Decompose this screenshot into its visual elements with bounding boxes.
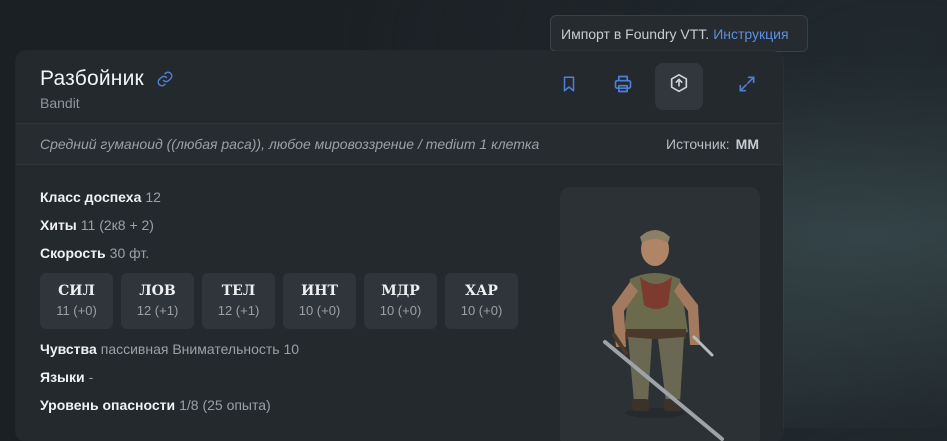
export-tooltip: Импорт в Foundry VTT. Инструкция: [550, 15, 808, 52]
ability-name: ТЕЛ: [221, 283, 256, 299]
hit-points-value: 11 (2к8 + 2): [80, 217, 154, 233]
ability-con: ТЕЛ 12 (+1): [202, 273, 275, 329]
ability-wis: МДР 10 (+0): [364, 273, 437, 329]
ability-name: ИНТ: [301, 283, 338, 299]
ability-scores: СИЛ 11 (+0) ЛОВ 12 (+1) ТЕЛ 12 (+1) ИНТ …: [40, 273, 540, 329]
expand-icon: [737, 74, 757, 99]
speed-value: 30 фт.: [109, 245, 150, 261]
challenge-rating: Уровень опасности 1/8 (25 опыта): [40, 395, 540, 423]
monster-subtitle: Bandit: [40, 95, 80, 111]
senses-value: пассивная Внимательность 10: [100, 341, 300, 357]
print-icon: [612, 74, 634, 99]
print-button[interactable]: [599, 63, 647, 110]
armor-class: Класс доспеха 12: [40, 187, 540, 215]
meta-bar: Средний гуманоид ((любая раса)), любое м…: [16, 123, 783, 165]
speed: Скорость 30 фт.: [40, 243, 540, 271]
ability-dex: ЛОВ 12 (+1): [121, 273, 194, 329]
source-value: MM: [735, 136, 759, 152]
ability-name: СИЛ: [58, 283, 95, 299]
ability-name: ХАР: [465, 283, 498, 299]
monster-card: Разбойник Bandit Средний гуманоид ((люба…: [16, 51, 783, 441]
stat-block: Класс доспеха 12 Хиты 11 (2к8 + 2) Скорост…: [40, 187, 540, 423]
link-icon[interactable]: [156, 70, 174, 88]
languages: Языки -: [40, 367, 540, 395]
source: Источник: MM: [666, 136, 759, 152]
card-header: Разбойник Bandit: [16, 51, 783, 123]
ability-int: ИНТ 10 (+0): [283, 273, 356, 329]
armor-class-value: 12: [145, 189, 161, 205]
ability-str: СИЛ 11 (+0): [40, 273, 113, 329]
ability-value: 10 (+0): [379, 303, 422, 318]
senses-label: Чувства: [40, 341, 97, 357]
challenge-label: Уровень опасности: [40, 397, 176, 413]
speed-label: Скорость: [40, 245, 106, 261]
monster-portrait[interactable]: [560, 187, 760, 441]
ability-name: ЛОВ: [139, 283, 176, 299]
ability-cha: ХАР 10 (+0): [445, 273, 518, 329]
ability-value: 12 (+1): [217, 303, 260, 318]
expand-button[interactable]: [723, 63, 771, 110]
challenge-value: 1/8 (25 опыта): [179, 397, 271, 413]
languages-label: Языки: [40, 369, 85, 385]
instruction-link[interactable]: Инструкция: [713, 26, 788, 42]
senses: Чувства пассивная Внимательность 10: [40, 339, 540, 367]
hit-points: Хиты 11 (2к8 + 2): [40, 215, 540, 243]
monster-title: Разбойник: [40, 67, 144, 90]
bookmark-icon: [560, 74, 578, 99]
bookmark-button[interactable]: [545, 63, 593, 110]
armor-class-label: Класс доспеха: [40, 189, 142, 205]
ability-value: 10 (+0): [298, 303, 341, 318]
creature-type: Средний гуманоид ((любая раса)), любое м…: [40, 136, 540, 152]
hit-points-label: Хиты: [40, 217, 77, 233]
ability-value: 10 (+0): [460, 303, 503, 318]
export-button[interactable]: [655, 63, 703, 110]
bandit-illustration: [603, 230, 724, 441]
tooltip-text: Импорт в Foundry VTT.: [561, 25, 710, 42]
ability-name: МДР: [381, 283, 420, 299]
languages-value: -: [88, 369, 94, 385]
export-icon: [668, 73, 690, 100]
source-label: Источник:: [666, 136, 730, 152]
ability-value: 12 (+1): [136, 303, 179, 318]
ability-value: 11 (+0): [56, 303, 97, 318]
